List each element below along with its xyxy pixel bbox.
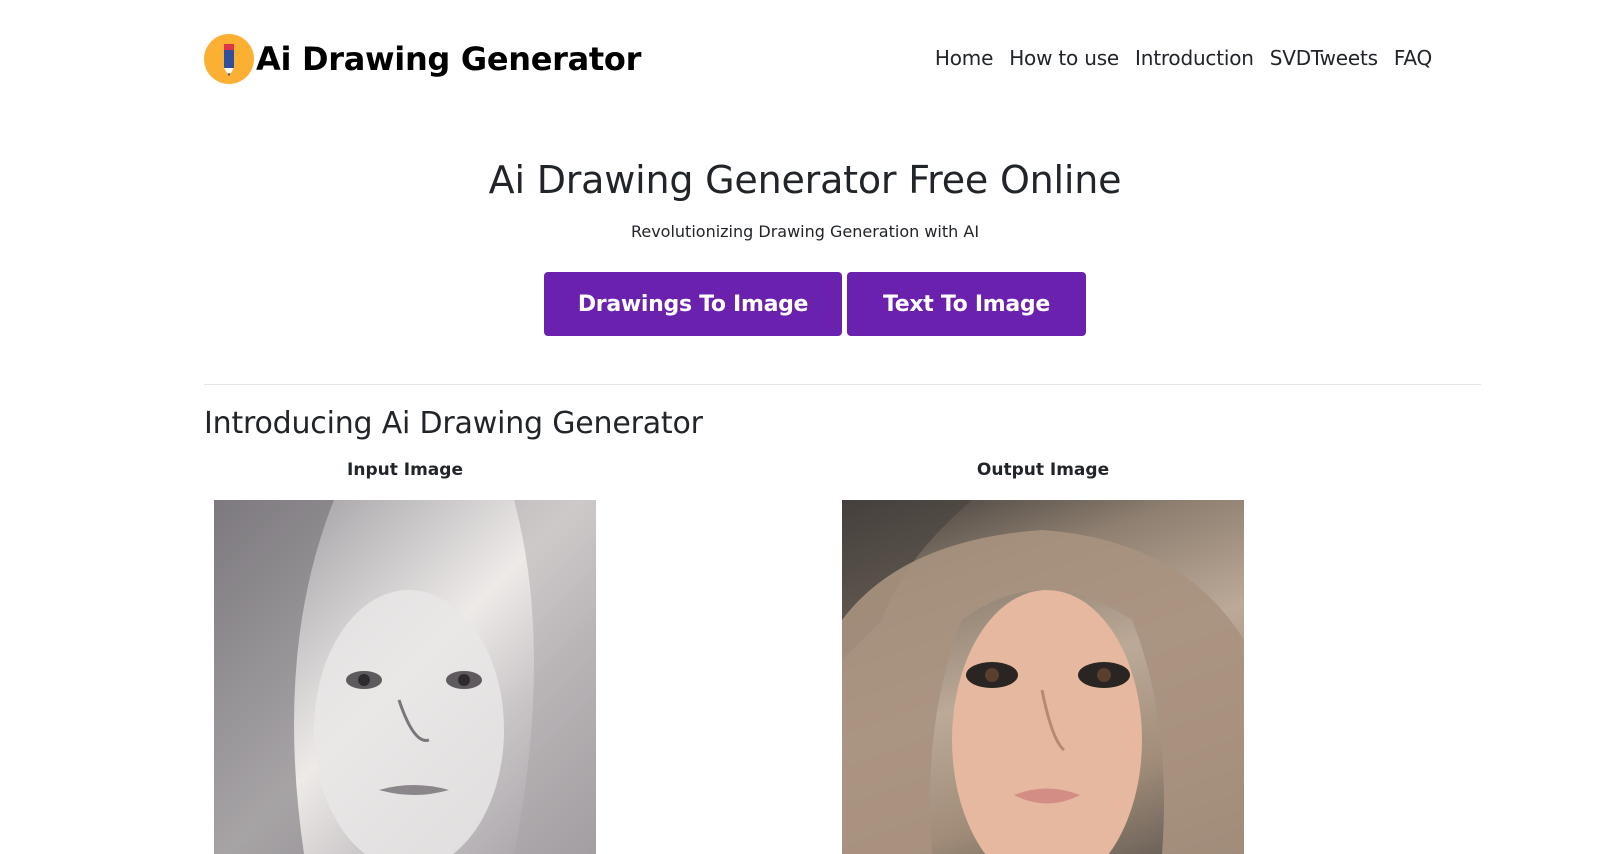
main-nav: Home How to use Introduction SVDTweets F… <box>919 46 1432 70</box>
text-to-image-button[interactable]: Text To Image <box>847 272 1086 336</box>
section-title: Introducing Ai Drawing Generator <box>204 406 703 441</box>
drawings-to-image-button[interactable]: Drawings To Image <box>544 272 842 336</box>
output-image <box>842 500 1244 854</box>
nav-faq[interactable]: FAQ <box>1394 46 1432 70</box>
nav-how-to-use[interactable]: How to use <box>1009 46 1119 70</box>
nav-svdtweets[interactable]: SVDTweets <box>1270 46 1378 70</box>
brand-name: Ai Drawing Generator <box>256 40 642 78</box>
pencil-icon <box>204 34 254 84</box>
nav-home[interactable]: Home <box>935 46 993 70</box>
brand-link[interactable]: Ai Drawing Generator <box>204 34 641 84</box>
hero-title: Ai Drawing Generator Free Online <box>488 158 1122 202</box>
hero-subtitle: Revolutionizing Drawing Generation with … <box>630 222 980 241</box>
site-header: Ai Drawing Generator Home How to use Int… <box>0 0 1610 110</box>
output-image-label: Output Image <box>976 460 1110 480</box>
input-image-label: Input Image <box>347 460 463 480</box>
section-divider <box>204 384 1481 385</box>
nav-introduction[interactable]: Introduction <box>1135 46 1254 70</box>
hero-buttons: Drawings To Image Text To Image <box>0 272 1610 336</box>
input-image <box>214 500 596 854</box>
